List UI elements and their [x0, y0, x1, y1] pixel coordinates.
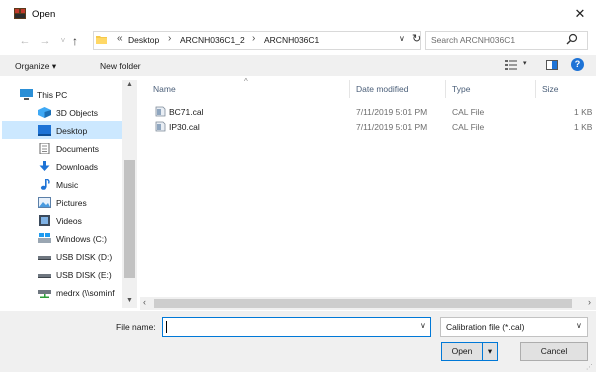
text-cursor: [166, 321, 167, 333]
folder-icon: [96, 36, 107, 44]
up-folder-button[interactable]: ↑: [68, 34, 82, 48]
nav-label: 3D Objects: [56, 108, 99, 118]
file-name-dropdown-icon[interactable]: ∨: [420, 321, 426, 330]
open-button[interactable]: Open: [441, 342, 482, 361]
view-dropdown-icon[interactable]: ▾: [523, 59, 527, 67]
drive-icon: [38, 233, 51, 243]
file-size: 1 KB: [574, 122, 593, 132]
nav-label: Windows (C:): [56, 234, 108, 244]
nav-label: USB DISK (E:): [56, 270, 112, 280]
view-options-icon[interactable]: [505, 60, 517, 70]
file-type: CAL File: [452, 107, 485, 117]
nav-label: Documents: [56, 144, 99, 154]
file-type-value: Calibration file (*.cal): [446, 322, 525, 332]
address-dropdown-icon[interactable]: ∨: [399, 34, 405, 43]
refresh-icon[interactable]: ↻: [412, 32, 421, 45]
column-header-size[interactable]: Size: [542, 84, 559, 94]
column-divider[interactable]: [445, 80, 446, 98]
file-date: 7/11/2019 5:01 PM: [356, 122, 428, 132]
open-options-dropdown[interactable]: ▾: [482, 342, 498, 361]
nav-label: This PC: [37, 90, 68, 100]
scroll-right-icon[interactable]: ›: [588, 297, 591, 307]
pc-icon: [20, 89, 33, 100]
column-header-type[interactable]: Type: [452, 84, 470, 94]
nav-label: Music: [56, 180, 79, 190]
column-header-name[interactable]: Name: [153, 84, 176, 94]
nav-scroll-down-icon[interactable]: ▼: [122, 297, 137, 304]
column-divider[interactable]: [349, 80, 350, 98]
videos-icon: [39, 215, 50, 226]
cal-file-icon: [155, 121, 166, 132]
cal-file-icon: [155, 106, 166, 117]
breadcrumb-arcnh036c1[interactable]: ARCNH036C1: [264, 35, 319, 45]
help-icon[interactable]: ?: [571, 58, 584, 71]
nav-label: Videos: [56, 216, 82, 226]
desktop-icon: [38, 125, 51, 136]
column-divider[interactable]: [535, 80, 536, 98]
sort-ascending-icon: ^: [244, 77, 248, 86]
file-type: CAL File: [452, 122, 485, 132]
nav-label: medrx (\\sominf: [56, 288, 115, 298]
cancel-button[interactable]: Cancel: [520, 342, 588, 361]
column-header-date-modified[interactable]: Date modified: [356, 84, 408, 94]
app-icon: [14, 8, 26, 19]
file-name-input[interactable]: [162, 317, 431, 337]
horizontal-scroll-thumb[interactable]: [154, 299, 572, 308]
nav-label: Downloads: [56, 162, 99, 172]
file-type-dropdown-icon[interactable]: ∨: [576, 321, 582, 330]
preview-pane-icon[interactable]: [546, 60, 558, 70]
search-placeholder: Search ARCNH036C1: [431, 35, 516, 45]
file-date: 7/11/2019 5:01 PM: [356, 107, 428, 117]
search-icon[interactable]: [566, 33, 578, 45]
usb-drive-icon: [38, 274, 51, 278]
usb-drive-icon: [38, 256, 51, 260]
nav-label: Pictures: [56, 198, 87, 208]
breadcrumb-arcnh036c1-2[interactable]: ARCNH036C1_2: [180, 35, 245, 45]
nav-label: Desktop: [56, 126, 88, 136]
documents-icon: [39, 143, 50, 154]
file-name: IP30.cal: [169, 122, 200, 132]
file-name-label: File name:: [116, 322, 156, 332]
network-drive-icon: [38, 290, 51, 298]
breadcrumb-desktop[interactable]: Desktop: [128, 35, 159, 45]
breadcrumb-separator[interactable]: ›: [168, 33, 171, 44]
file-name: BC71.cal: [169, 107, 204, 117]
music-icon: [40, 179, 50, 190]
close-button[interactable]: ✕: [572, 6, 588, 22]
new-folder-button[interactable]: New folder: [100, 61, 141, 71]
nav-scroll-up-icon[interactable]: ▲: [122, 81, 137, 88]
nav-label: USB DISK (D:): [56, 252, 113, 262]
pictures-icon: [38, 197, 51, 208]
title-bar: [0, 0, 596, 30]
file-size: 1 KB: [574, 107, 593, 117]
3d-objects-icon: [38, 107, 51, 118]
address-overflow-chevron[interactable]: «: [117, 33, 123, 44]
forward-button[interactable]: →: [38, 34, 52, 48]
back-button[interactable]: ←: [18, 34, 32, 48]
window-title: Open: [32, 9, 56, 20]
downloads-icon: [39, 161, 50, 171]
nav-scroll-thumb[interactable]: [124, 160, 135, 278]
breadcrumb-separator[interactable]: ›: [252, 33, 255, 44]
scroll-left-icon[interactable]: ‹: [143, 297, 146, 307]
organize-menu[interactable]: Organize ▾: [15, 61, 56, 72]
resize-grip-icon[interactable]: ⋰: [586, 363, 593, 371]
